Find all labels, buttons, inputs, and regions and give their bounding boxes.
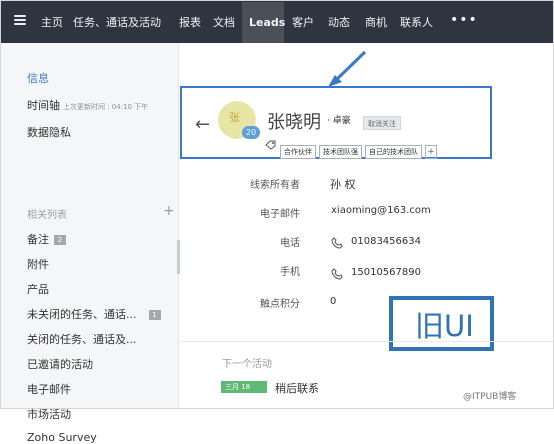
nav-item-tasks[interactable]: 任务、通话及活动 — [73, 13, 161, 33]
sidebar-item-open-activities[interactable]: 未关闭的任务、通话... 1 — [27, 306, 161, 322]
add-tag-button[interactable]: + — [425, 145, 437, 159]
sidebar-item-data-privacy[interactable]: 数据隐私 — [27, 124, 71, 140]
activity-date-badge: 三月 18 — [221, 381, 267, 393]
mobile-label: 手机 — [280, 267, 300, 278]
nav-item-reports[interactable]: 报表 — [179, 13, 201, 33]
avatar-initial: 张 — [229, 111, 240, 124]
sidebar-item-timeline[interactable]: 时间轴 上次更新时间 : 04:10 下午 — [27, 97, 148, 113]
next-activity-title[interactable]: 稍后联系 — [275, 380, 319, 396]
sidebar-item-products[interactable]: 产品 — [27, 281, 49, 297]
sidebar-item-zoho-survey[interactable]: Zoho Survey — [27, 431, 97, 444]
sidebar-item-open-activities-label: 未关闭的任务、通话... — [27, 308, 137, 321]
more-menu-icon[interactable]: ••• — [450, 12, 478, 28]
menu-icon[interactable] — [14, 15, 26, 26]
notes-count-badge: 2 — [54, 235, 66, 245]
email-value[interactable]: xiaoming@163.com — [331, 205, 431, 216]
lead-company: · 卓豪 — [327, 116, 351, 126]
open-activities-count-badge: 1 — [148, 310, 161, 320]
sidebar-item-closed-activities[interactable]: 关闭的任务、通话及... — [27, 331, 137, 347]
sidebar-item-attachments[interactable]: 附件 — [27, 256, 49, 272]
timeline-update-note: 上次更新时间 : 04:10 下午 — [63, 103, 149, 111]
tag-partner[interactable]: 合作伙伴 — [280, 145, 316, 159]
annotation-arrow-icon — [328, 50, 367, 87]
tag-strong-tech-team[interactable]: 技术团队强 — [319, 145, 362, 159]
sidebar-item-notes-label: 备注 — [27, 233, 49, 246]
nav-item-home[interactable]: 主页 — [41, 13, 63, 33]
old-ui-annotation-text: 旧UI — [415, 309, 474, 343]
nav-item-leads[interactable]: Leads — [249, 13, 285, 33]
phone-icon[interactable] — [331, 237, 343, 249]
sidebar-item-campaigns[interactable]: 市场活动 — [27, 406, 71, 422]
left-sidebar: 信息 时间轴 上次更新时间 : 04:10 下午 数据隐私 相关列表 + 备注 2 … — [1, 43, 179, 444]
section-divider — [180, 341, 553, 342]
lead-score-badge: 20 — [242, 126, 260, 139]
next-activity-heading: 下一个活动 — [222, 359, 272, 370]
plus-icon[interactable]: + — [163, 203, 175, 219]
mobile-icon[interactable] — [331, 268, 343, 280]
nav-item-feeds[interactable]: 动态 — [328, 13, 350, 33]
nav-item-contacts[interactable]: 联系人 — [400, 13, 433, 33]
related-lists-heading: 相关列表 — [27, 210, 67, 221]
email-label: 电子邮件 — [260, 209, 300, 220]
tag-icon — [265, 140, 276, 150]
top-navigation: 主页 任务、通话及活动 报表 文档 Leads 客户 动态 商机 联系人 ••• — [1, 1, 553, 44]
lead-name: 张晓明 — [267, 112, 321, 133]
touch-score-value: 0 — [330, 296, 337, 307]
back-arrow-icon[interactable]: ← — [195, 114, 210, 135]
nav-item-documents[interactable]: 文档 — [213, 13, 235, 33]
sidebar-item-timeline-label: 时间轴 — [27, 99, 60, 112]
sidebar-item-notes[interactable]: 备注 2 — [27, 231, 66, 247]
tag-own-tech-team[interactable]: 自己的技术团队 — [365, 145, 422, 159]
tag-list: 合作伙伴 技术团队强 自己的技术团队 + — [280, 139, 437, 159]
mobile-value[interactable]: 15010567890 — [351, 267, 421, 278]
nav-item-deals[interactable]: 商机 — [365, 13, 387, 33]
sidebar-item-info[interactable]: 信息 — [27, 70, 49, 86]
nav-item-accounts[interactable]: 客户 — [292, 13, 314, 33]
touch-score-label: 触点积分 — [260, 299, 300, 310]
unfollow-button[interactable]: 取消关注 — [363, 116, 401, 130]
lead-owner-value[interactable]: 孙 权 — [330, 176, 356, 192]
phone-label: 电话 — [280, 238, 300, 249]
sidebar-item-invited-events[interactable]: 已邀请的活动 — [27, 356, 93, 372]
phone-value[interactable]: 01083456634 — [351, 236, 421, 247]
site-watermark: @ITPUB博客 — [463, 392, 517, 402]
lead-owner-label: 线索所有者 — [250, 180, 300, 191]
sidebar-item-emails[interactable]: 电子邮件 — [27, 381, 71, 397]
